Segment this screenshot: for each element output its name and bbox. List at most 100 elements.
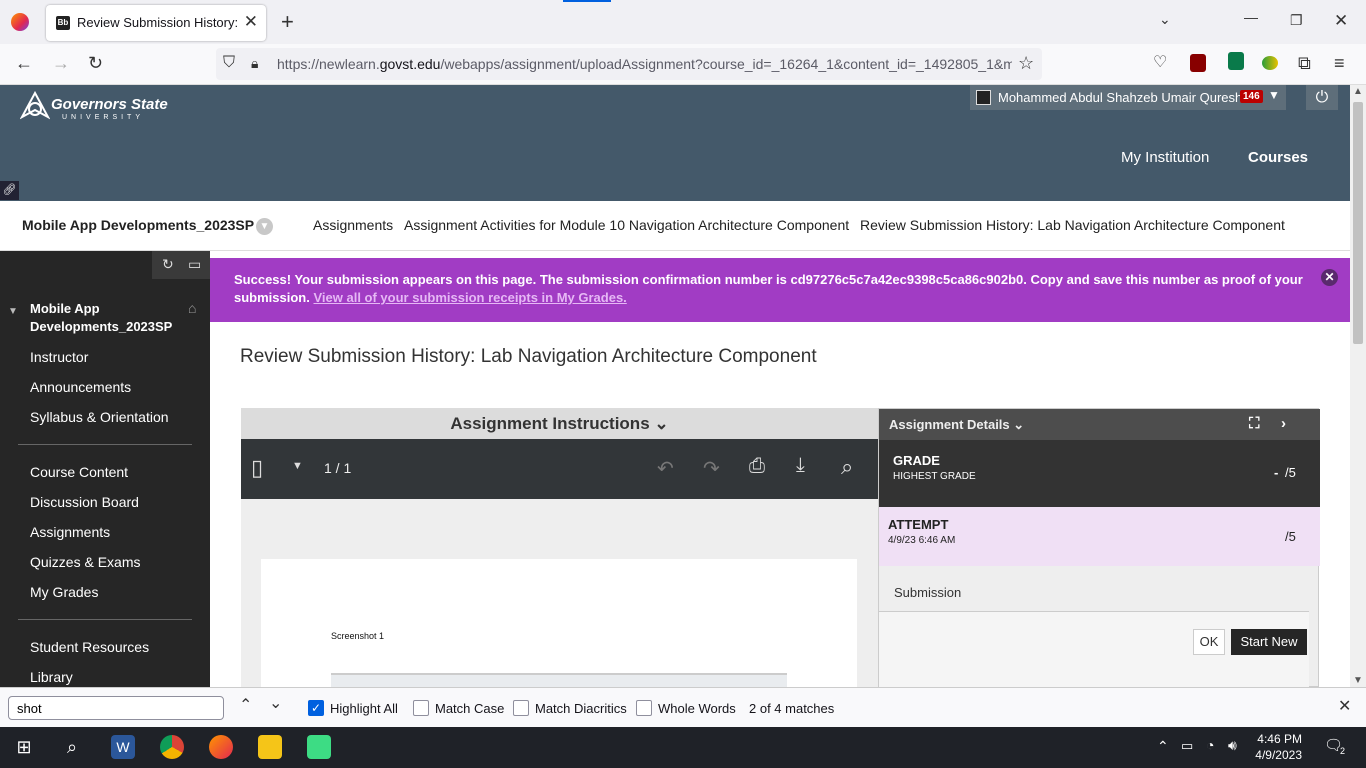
lock-icon[interactable]: 🔒︎ <box>251 56 258 70</box>
firefox-app-icon[interactable] <box>209 735 233 759</box>
restore-icon[interactable]: ❐ <box>1290 13 1303 27</box>
breadcrumb: Mobile App Developments_2023SP ▼ Assignm… <box>0 201 1350 251</box>
highlight-all-label[interactable]: Highlight All <box>330 701 398 716</box>
print-icon[interactable]: ⎙ <box>749 455 765 478</box>
nav-my-institution[interactable]: My Institution <box>1121 149 1209 166</box>
back-icon[interactable]: ← <box>15 54 33 72</box>
download-icon[interactable]: ⤓ <box>796 454 805 477</box>
refresh-icon[interactable]: ↻ <box>162 256 174 273</box>
match-case-checkbox[interactable] <box>413 700 429 716</box>
nav-courses[interactable]: Courses <box>1248 149 1308 166</box>
url-text[interactable]: https://newlearn.govst.edu/webapps/assig… <box>277 56 1012 72</box>
logo-title: Governors State <box>51 96 168 113</box>
volume-icon[interactable]: 🔊︎ <box>1228 738 1237 752</box>
sidebar-item-discussion-board[interactable]: Discussion Board <box>30 494 139 510</box>
pocket-icon[interactable]: ♡ <box>1153 55 1167 71</box>
course-menu-chevron-icon[interactable]: ▼ <box>256 218 273 235</box>
sidebar-item-syllabus[interactable]: Syllabus & Orientation <box>30 409 169 425</box>
expand-icon[interactable]: ⛶ <box>1249 415 1260 432</box>
wifi-icon[interactable]: ◔ <box>1206 738 1214 752</box>
battery-icon[interactable]: ▭ <box>1181 739 1193 752</box>
user-menu[interactable]: Mohammed Abdul Shahzeb Umair Qureshi 146… <box>970 85 1286 110</box>
attempt-row[interactable]: ATTEMPT 4/9/23 6:46 AM /5 <box>879 507 1320 566</box>
extensions-puzzle-icon[interactable]: ⧉ <box>1298 54 1311 72</box>
app-menu-icon[interactable]: ≡ <box>1334 54 1345 72</box>
sidebar-item-quizzes[interactable]: Quizzes & Exams <box>30 554 140 570</box>
assignment-instructions-toggle[interactable]: Assignment Instructions ⌄ <box>241 408 878 439</box>
vpn-extension-icon[interactable] <box>1228 52 1244 70</box>
breadcrumb-item[interactable]: Assignment Activities for Module 10 Navi… <box>404 217 849 233</box>
tracking-protection-icon[interactable]: ⛉ <box>223 55 235 71</box>
word-app-icon[interactable]: W <box>111 735 135 759</box>
match-diacritics-checkbox[interactable] <box>513 700 529 716</box>
logout-power-icon[interactable]: ⏻ <box>1306 85 1338 110</box>
undo-icon[interactable]: ↶ <box>657 456 674 481</box>
sidebar-item-student-resources[interactable]: Student Resources <box>30 639 149 655</box>
close-find-bar-icon[interactable]: ✕ <box>1338 699 1351 715</box>
address-bar[interactable]: ⛉ 🔒︎ https://newlearn.govst.edu/webapps/… <box>216 48 1042 80</box>
find-next-icon[interactable]: ⌄ <box>269 696 282 712</box>
ok-button[interactable]: OK <box>1193 629 1225 655</box>
highlight-all-checkbox[interactable]: ✓ <box>308 700 324 716</box>
sidebar-dropdown-icon[interactable]: ▼ <box>292 460 303 472</box>
windows-start-icon[interactable]: ⊞ <box>12 735 36 759</box>
colorful-extension-icon[interactable] <box>1262 56 1278 70</box>
scroll-up-icon[interactable]: ▲ <box>1353 86 1363 97</box>
page-scrollbar[interactable]: ▲ ▼ <box>1350 85 1366 687</box>
minimize-icon[interactable]: — <box>1244 10 1258 24</box>
user-menu-dropdown-icon[interactable]: ▼ <box>1268 88 1280 102</box>
scroll-down-icon[interactable]: ▼ <box>1353 675 1363 686</box>
match-diacritics-label[interactable]: Match Diacritics <box>535 701 627 716</box>
breadcrumb-course[interactable]: Mobile App Developments_2023SP <box>22 217 254 233</box>
find-bar: ⌃ ⌄ ✓ Highlight All Match Case Match Dia… <box>0 687 1366 727</box>
search-icon[interactable]: ⌕ <box>841 454 853 480</box>
sidebar-item-assignments[interactable]: Assignments <box>30 524 110 540</box>
sidebar-toggle-icon[interactable]: ▯ <box>251 455 263 481</box>
redo-icon[interactable]: ↷ <box>703 456 720 481</box>
find-input[interactable] <box>8 696 224 720</box>
sidebar-item-my-grades[interactable]: My Grades <box>30 584 98 600</box>
breadcrumb-item-current: Review Submission History: Lab Navigatio… <box>860 217 1285 233</box>
android-studio-app-icon[interactable] <box>307 735 331 759</box>
file-explorer-icon[interactable] <box>258 735 282 759</box>
chrome-app-icon[interactable] <box>160 735 184 759</box>
list-all-tabs-icon[interactable]: ⌄ <box>1159 12 1171 26</box>
start-new-button[interactable]: Start New <box>1231 629 1307 655</box>
ublock-extension-icon[interactable] <box>1190 54 1206 72</box>
tray-overflow-icon[interactable]: ⌃ <box>1157 739 1169 753</box>
receipts-link[interactable]: View all of your submission receipts in … <box>313 290 626 305</box>
link-icon[interactable]: 🔗︎ <box>0 181 19 200</box>
sidebar-item-instructor[interactable]: Instructor <box>30 349 88 365</box>
sidebar-item-course-content[interactable]: Course Content <box>30 464 128 480</box>
new-tab-icon[interactable]: + <box>281 11 294 33</box>
breadcrumb-item[interactable]: Assignments <box>313 217 393 233</box>
chevron-right-icon[interactable]: › <box>1281 415 1286 432</box>
scrollbar-thumb[interactable] <box>1353 102 1363 344</box>
tab-close-icon[interactable]: ✕ <box>244 12 258 32</box>
sidebar-item-library[interactable]: Library <box>30 669 73 685</box>
whole-words-checkbox[interactable] <box>636 700 652 716</box>
reload-icon[interactable]: ↻ <box>88 54 103 72</box>
whole-words-label[interactable]: Whole Words <box>658 701 736 716</box>
match-case-label[interactable]: Match Case <box>435 701 504 716</box>
assignment-details-header[interactable]: Assignment Details ⌄ ⛶ › <box>879 409 1320 440</box>
find-previous-icon[interactable]: ⌃ <box>239 698 252 714</box>
document-viewer[interactable]: Screenshot 1 <box>241 499 878 687</box>
bookmark-star-icon[interactable]: ☆ <box>1018 54 1034 72</box>
page-viewport: Governors State UNIVERSITY Mohammed Abdu… <box>0 85 1350 687</box>
course-menu-toolbar: ↻ ▭ <box>152 251 210 279</box>
collapse-triangle-icon[interactable]: ▼ <box>8 306 18 317</box>
course-menu-title[interactable]: Mobile App Developments_2023SP <box>30 300 180 336</box>
close-banner-icon[interactable]: ✕ <box>1321 269 1338 286</box>
system-clock[interactable]: 4:46 PM 4/9/2023 <box>1250 731 1302 763</box>
browser-tab-active[interactable]: Bb Review Submission History: Lab ✕ <box>46 5 266 41</box>
sidebar-item-announcements[interactable]: Announcements <box>30 379 131 395</box>
close-window-icon[interactable]: ✕ <box>1334 12 1348 29</box>
gsu-logo[interactable]: Governors State UNIVERSITY <box>19 90 168 126</box>
firefox-menu-icon[interactable] <box>11 13 29 31</box>
search-icon[interactable]: ⌕ <box>60 735 84 759</box>
site-header: Governors State UNIVERSITY Mohammed Abdu… <box>0 85 1350 201</box>
home-icon[interactable]: ⌂ <box>188 300 196 316</box>
forward-icon[interactable]: → <box>52 54 70 72</box>
folder-view-icon[interactable]: ▭ <box>188 256 201 273</box>
